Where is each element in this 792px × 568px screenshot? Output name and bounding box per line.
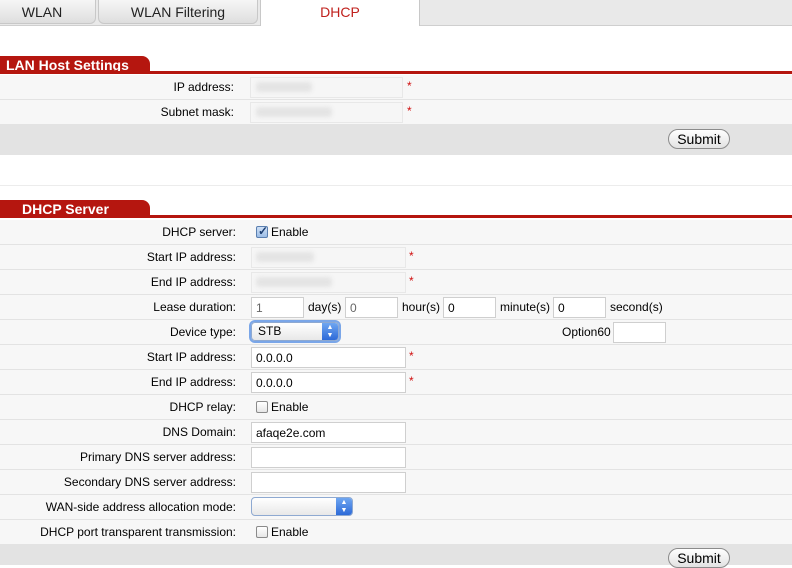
wan-mode-select[interactable]: ▲ ▼ bbox=[251, 497, 353, 516]
end-ip-row: End IP address: * bbox=[0, 270, 792, 295]
lan-submit-bar: Submit bbox=[0, 125, 792, 155]
port-transparent-row: DHCP port transparent transmission: Enab… bbox=[0, 520, 792, 545]
secondary-dns-row: Secondary DNS server address: bbox=[0, 470, 792, 495]
required-mark: * bbox=[409, 249, 414, 263]
primary-dns-row: Primary DNS server address: bbox=[0, 445, 792, 470]
tab-label: WLAN Filtering bbox=[130, 4, 226, 20]
required-mark: * bbox=[407, 79, 412, 93]
stb-end-ip-input[interactable] bbox=[251, 372, 406, 393]
stb-start-ip-row: Start IP address: * bbox=[0, 345, 792, 370]
required-mark: * bbox=[409, 374, 414, 388]
port-transparent-checkbox[interactable] bbox=[256, 526, 268, 538]
redacted-value bbox=[256, 252, 314, 262]
lease-hours-input[interactable] bbox=[345, 297, 398, 318]
device-type-row: Device type: STB ▲ ▼ Option60 bbox=[0, 320, 792, 345]
lease-minutes-input[interactable] bbox=[443, 297, 496, 318]
lease-duration-row: Lease duration: day(s) hour(s) minute(s)… bbox=[0, 295, 792, 320]
section-rule bbox=[0, 71, 792, 74]
required-mark: * bbox=[407, 104, 412, 118]
end-ip-label: End IP address: bbox=[150, 275, 236, 289]
device-type-select[interactable]: STB ▲ ▼ bbox=[251, 322, 339, 341]
stb-start-ip-label: Start IP address: bbox=[146, 350, 236, 364]
dhcp-server-row: DHCP server: Enable bbox=[0, 220, 792, 245]
dns-domain-row: DNS Domain: bbox=[0, 420, 792, 445]
port-transparent-label: DHCP port transparent transmission: bbox=[40, 525, 236, 539]
lan-ip-label: IP address: bbox=[173, 80, 234, 94]
dns-domain-label: DNS Domain: bbox=[162, 425, 236, 439]
dhcp-relay-row: DHCP relay: Enable bbox=[0, 395, 792, 420]
tab-label: WLAN bbox=[21, 4, 63, 20]
redacted-value bbox=[256, 107, 332, 117]
select-arrows-icon: ▲ ▼ bbox=[336, 498, 352, 515]
lan-submit-button[interactable]: Submit bbox=[668, 129, 730, 149]
lan-section-header: LAN Host Settings bbox=[0, 56, 792, 74]
days-unit: day(s) bbox=[308, 300, 342, 314]
dhcp-relay-checkbox[interactable] bbox=[256, 401, 268, 413]
seconds-unit: second(s) bbox=[610, 300, 663, 314]
lease-seconds-input[interactable] bbox=[553, 297, 606, 318]
enable-label: Enable bbox=[271, 400, 309, 414]
dhcp-submit-button[interactable]: Submit bbox=[668, 548, 730, 568]
redacted-value bbox=[256, 277, 332, 287]
option60-input[interactable] bbox=[613, 322, 666, 343]
tab-dhcp[interactable]: DHCP bbox=[260, 0, 420, 26]
enable-label: Enable bbox=[271, 225, 309, 239]
tab-wlan-filtering[interactable]: WLAN Filtering bbox=[98, 0, 258, 24]
tab-wlan[interactable]: WLAN bbox=[0, 0, 96, 24]
wan-mode-row: WAN-side address allocation mode: ▲ ▼ bbox=[0, 495, 792, 520]
device-type-value: STB bbox=[258, 324, 282, 338]
option60-label: Option60 bbox=[562, 325, 611, 339]
start-ip-label: Start IP address: bbox=[146, 250, 236, 264]
secondary-dns-label: Secondary DNS server address: bbox=[63, 475, 236, 489]
tab-bar: WLAN WLAN Filtering DHCP bbox=[0, 0, 792, 26]
hours-unit: hour(s) bbox=[402, 300, 441, 314]
minutes-unit: minute(s) bbox=[500, 300, 551, 314]
primary-dns-input[interactable] bbox=[251, 447, 406, 468]
start-ip-row: Start IP address: * bbox=[0, 245, 792, 270]
section-rule bbox=[0, 215, 792, 218]
redacted-value bbox=[256, 82, 312, 92]
dns-domain-input[interactable] bbox=[251, 422, 406, 443]
dhcp-server-checkbox[interactable] bbox=[256, 224, 268, 238]
required-mark: * bbox=[409, 274, 414, 288]
divider bbox=[0, 185, 792, 186]
tab-label: DHCP bbox=[320, 4, 360, 20]
stb-start-ip-input[interactable] bbox=[251, 347, 406, 368]
select-arrows-icon: ▲ ▼ bbox=[322, 323, 338, 340]
lan-ip-row: IP address: * bbox=[0, 75, 792, 100]
dhcp-section-header: DHCP Server bbox=[0, 200, 792, 218]
lease-days-input[interactable] bbox=[251, 297, 304, 318]
wan-mode-label: WAN-side address allocation mode: bbox=[45, 500, 236, 514]
stb-end-ip-label: End IP address: bbox=[150, 375, 236, 389]
required-mark: * bbox=[409, 349, 414, 363]
dhcp-server-label: DHCP server: bbox=[162, 225, 236, 239]
enable-label: Enable bbox=[271, 525, 309, 539]
dhcp-submit-bar: Submit bbox=[0, 545, 792, 568]
stb-end-ip-row: End IP address: * bbox=[0, 370, 792, 395]
lease-duration-label: Lease duration: bbox=[153, 300, 236, 314]
device-type-label: Device type: bbox=[169, 325, 236, 339]
primary-dns-label: Primary DNS server address: bbox=[79, 450, 236, 464]
secondary-dns-input[interactable] bbox=[251, 472, 406, 493]
lan-mask-row: Subnet mask: * bbox=[0, 100, 792, 125]
dhcp-relay-label: DHCP relay: bbox=[169, 400, 236, 414]
lan-mask-label: Subnet mask: bbox=[160, 105, 234, 119]
